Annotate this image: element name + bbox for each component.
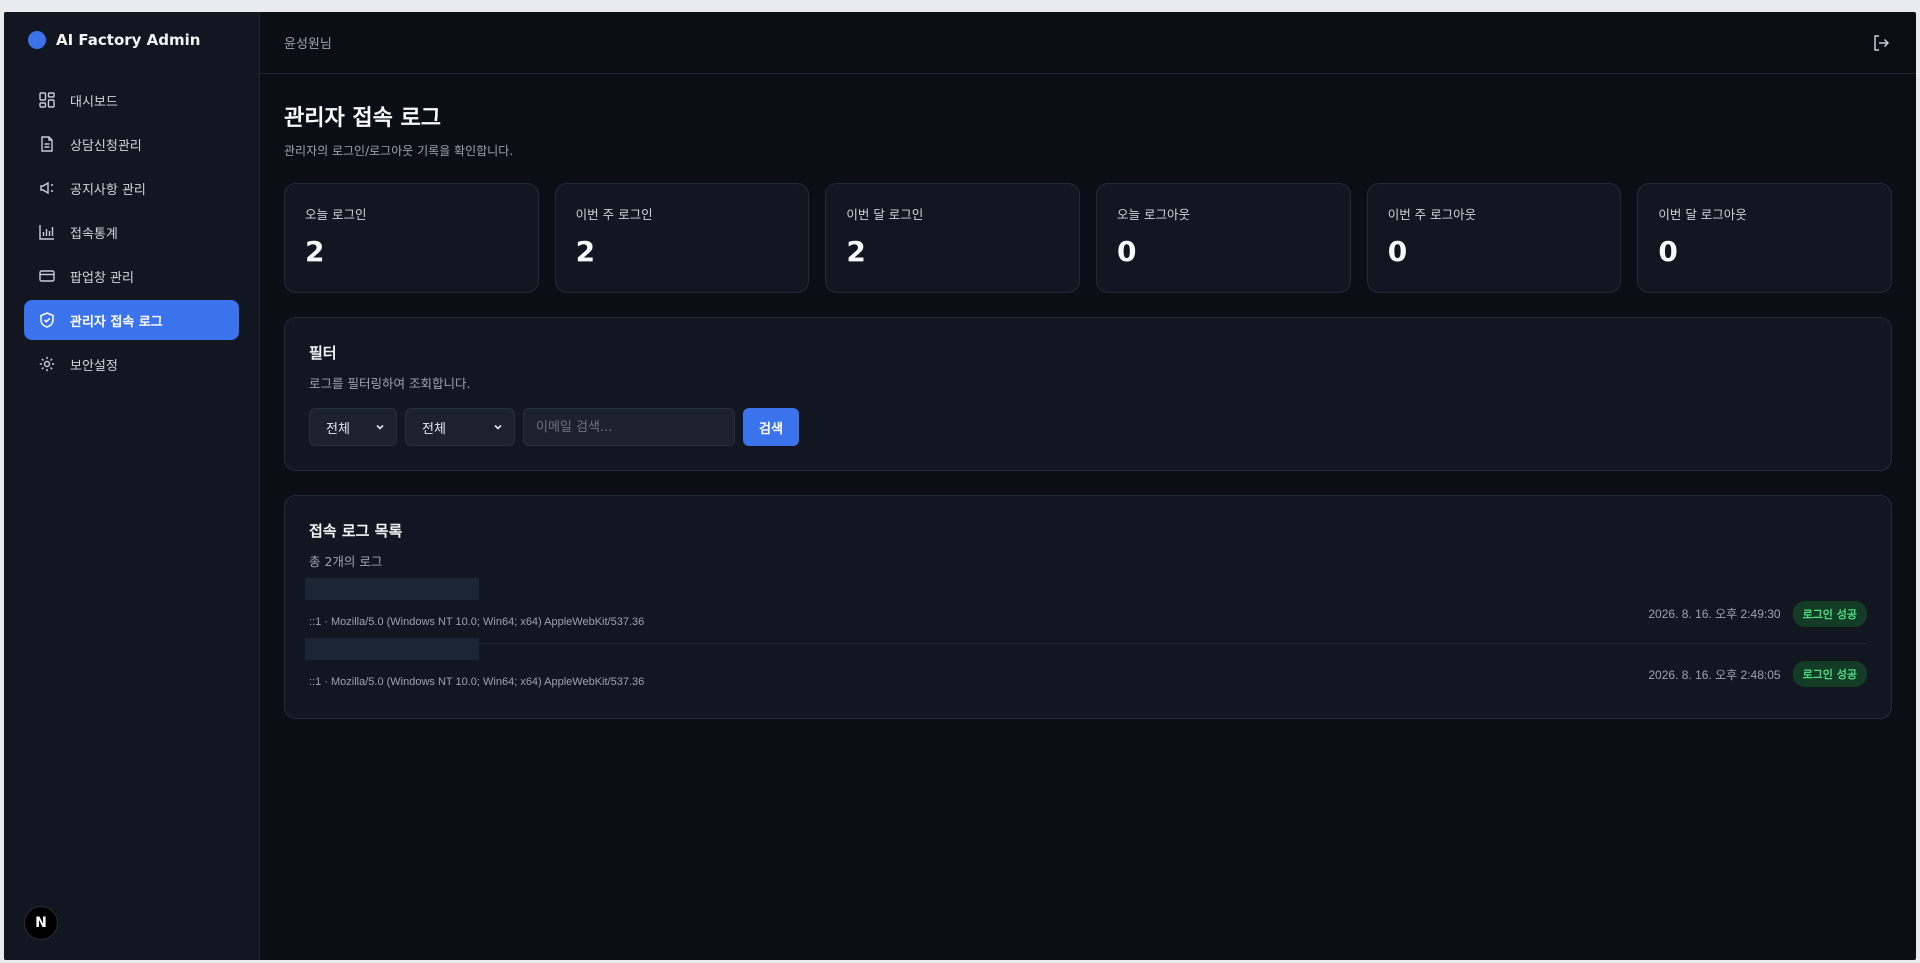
sidebar-item-statistics[interactable]: 접속통계 (24, 212, 239, 252)
log-row-meta: 2026. 8. 16. 오후 2:49:30 로그인 성공 (1648, 600, 1867, 627)
stat-label: 이번 주 로그아웃 (1387, 207, 1477, 222)
main-area: 윤성원님 관리자 접속 로그 관리자의 로그인/로그아웃 기록을 확인합니다. … (260, 12, 1916, 960)
sidebar-item-label: 관리자 접속 로그 (70, 314, 163, 330)
select-value: 전체 (422, 421, 446, 437)
sidebar-item-label: 팝업창 관리 (70, 270, 134, 286)
stat-card-week-login: 이번 주 로그인 2 (554, 183, 810, 293)
sidebar-item-admin-access-log[interactable]: 관리자 접속 로그 (24, 300, 239, 340)
sidebar-nav: 대시보드 상담신청관리 공지사항 관리 접속통계 팝업창 관리 관리자 접속 로… (4, 68, 259, 384)
log-list-card: 접속 로그 목록 총 2개의 로그 ::1 · Mozilla/5.0 (Win… (284, 495, 1892, 719)
log-list: ::1 · Mozilla/5.0 (Windows NT 10.0; Win6… (305, 577, 1867, 704)
sidebar-item-label: 공지사항 관리 (70, 182, 146, 198)
redacted-email (305, 638, 479, 660)
document-icon (38, 135, 56, 153)
sidebar-item-security-settings[interactable]: 보안설정 (24, 344, 239, 384)
brand-logo-icon (28, 31, 46, 49)
chevron-down-icon (494, 424, 502, 430)
stat-label: 이번 주 로그인 (575, 207, 653, 222)
stat-card-week-logout: 이번 주 로그아웃 0 (1366, 183, 1622, 293)
page-content: 관리자 접속 로그 관리자의 로그인/로그아웃 기록을 확인합니다. 오늘 로그… (260, 74, 1916, 719)
app-window: AI Factory Admin 대시보드 상담신청관리 공지사항 관리 접속통… (4, 12, 1916, 960)
gear-icon (38, 355, 56, 373)
sidebar: AI Factory Admin 대시보드 상담신청관리 공지사항 관리 접속통… (4, 12, 260, 960)
megaphone-icon (38, 179, 56, 197)
sidebar-item-label: 대시보드 (70, 94, 118, 110)
sidebar-item-label: 접속통계 (70, 226, 118, 242)
stat-value: 2 (575, 235, 596, 268)
stat-label: 이번 달 로그아웃 (1658, 207, 1747, 222)
page-title: 관리자 접속 로그 (284, 106, 441, 131)
log-time: 2026. 8. 16. 오후 2:49:30 (1648, 607, 1781, 621)
stat-card-month-login: 이번 달 로그인 2 (825, 183, 1081, 293)
status-badge: 로그인 성공 (1792, 600, 1867, 627)
stat-value: 0 (1387, 235, 1408, 268)
sidebar-item-notices[interactable]: 공지사항 관리 (24, 168, 239, 208)
stat-value: 2 (305, 235, 325, 268)
log-time: 2026. 8. 16. 오후 2:48:05 (1648, 667, 1781, 682)
brand-name: AI Factory Admin (56, 31, 201, 49)
topbar: 윤성원님 (260, 12, 1916, 74)
filter-title: 필터 (309, 344, 337, 362)
log-row: ::1 · Mozilla/5.0 (Windows NT 10.0; Win6… (305, 638, 1867, 704)
email-search-input[interactable] (523, 408, 735, 446)
user-name: 윤성원님 (284, 37, 332, 52)
stat-label: 오늘 로그인 (305, 207, 367, 222)
log-row-meta: 2026. 8. 16. 오후 2:48:05 로그인 성공 (1648, 661, 1867, 687)
sidebar-item-label: 보안설정 (70, 358, 118, 374)
filter-card: 필터 로그를 필터링하여 조회합니다. 전체 전체 검색 (284, 317, 1892, 471)
redacted-email (305, 577, 479, 600)
search-button[interactable]: 검색 (743, 408, 799, 446)
status-badge: 로그인 성공 (1792, 661, 1867, 687)
sidebar-item-dashboard[interactable]: 대시보드 (24, 80, 239, 120)
sidebar-item-popups[interactable]: 팝업창 관리 (24, 256, 239, 296)
card-icon (38, 267, 56, 285)
logout-icon[interactable] (1870, 32, 1892, 54)
log-list-count: 총 2개의 로그 (309, 554, 383, 569)
stat-label: 이번 달 로그인 (846, 207, 924, 222)
chevron-down-icon (376, 424, 384, 430)
stat-card-month-logout: 이번 달 로그아웃 0 (1637, 183, 1893, 293)
log-row-info: ::1 · Mozilla/5.0 (Windows NT 10.0; Win6… (305, 638, 645, 688)
filter-controls: 전체 전체 검색 (309, 408, 1867, 446)
sidebar-item-label: 상담신청관리 (70, 138, 142, 154)
dashboard-icon (38, 91, 56, 109)
stat-card-today-login: 오늘 로그인 2 (284, 183, 539, 293)
bar-chart-icon (38, 223, 56, 241)
page-subtitle: 관리자의 로그인/로그아웃 기록을 확인합니다. (284, 144, 514, 158)
sidebar-item-consultations[interactable]: 상담신청관리 (24, 124, 239, 164)
stat-label: 오늘 로그아웃 (1117, 207, 1190, 222)
log-row-info: ::1 · Mozilla/5.0 (Windows NT 10.0; Win6… (305, 577, 645, 628)
log-row: ::1 · Mozilla/5.0 (Windows NT 10.0; Win6… (305, 577, 1867, 644)
status-select[interactable]: 전체 (405, 408, 515, 446)
stat-card-today-logout: 오늘 로그아웃 0 (1096, 183, 1351, 293)
log-list-title: 접속 로그 목록 (309, 522, 403, 540)
action-type-select[interactable]: 전체 (309, 408, 397, 446)
nextjs-devtools-badge[interactable]: N (24, 906, 58, 940)
select-value: 전체 (326, 421, 350, 437)
filter-subtitle: 로그를 필터링하여 조회합니다. (309, 376, 471, 391)
brand[interactable]: AI Factory Admin (4, 12, 259, 68)
stat-value: 0 (1658, 235, 1678, 268)
stats-row: 오늘 로그인 2 이번 주 로그인 2 이번 달 로그인 2 오늘 로그아웃 0… (284, 183, 1893, 293)
stat-value: 2 (846, 235, 866, 268)
stat-value: 0 (1117, 235, 1137, 268)
log-user-agent: ::1 · Mozilla/5.0 (Windows NT 10.0; Win6… (309, 615, 645, 628)
shield-icon (38, 311, 56, 329)
log-user-agent: ::1 · Mozilla/5.0 (Windows NT 10.0; Win6… (309, 676, 645, 688)
